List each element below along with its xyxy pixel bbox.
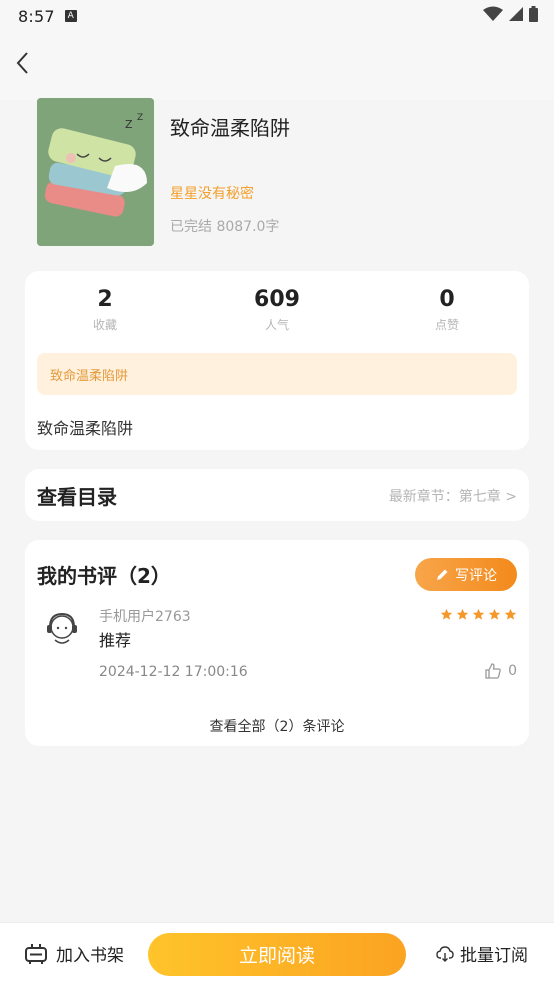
- stat-label: 点赞: [434, 318, 459, 332]
- review-text: 推荐: [99, 631, 132, 650]
- write-review-button[interactable]: 写评论: [415, 558, 517, 591]
- status-time: 8:57: [18, 6, 55, 26]
- chevron-left-icon: [16, 52, 28, 74]
- battery-icon: [529, 6, 538, 22]
- review-title-wrap: 我的书评（2）: [37, 560, 171, 589]
- read-now-label: 立即阅读: [238, 945, 315, 967]
- add-to-shelf-button[interactable]: 加入书架: [24, 941, 124, 966]
- stat-likes: 0 点赞: [377, 287, 517, 333]
- like-count: 0: [508, 663, 517, 679]
- star-icon: [440, 608, 453, 620]
- wifi-icon: [483, 6, 503, 21]
- stat-value: 609: [254, 287, 300, 312]
- book-intro: 致命温柔陷阱: [37, 419, 134, 438]
- cover-illustration: Z Z: [37, 98, 154, 246]
- book-meta: 已完结 8087.0字: [170, 219, 280, 235]
- catalog-title-wrap: 查看目录: [37, 481, 117, 510]
- stat-value: 0: [439, 287, 455, 312]
- back-button[interactable]: [8, 48, 38, 78]
- view-all-reviews-link[interactable]: 查看全部（2）条评论: [25, 716, 529, 736]
- review-username: 手机用户2763: [99, 609, 191, 625]
- status-bar: 8:57 A: [0, 0, 554, 32]
- add-to-shelf-label: 加入书架: [56, 946, 124, 966]
- batch-subscribe-button[interactable]: 批量订阅: [436, 941, 528, 966]
- stat-label: 收藏: [92, 318, 117, 332]
- signal-icon: [509, 7, 523, 21]
- catalog-title: 查看目录: [37, 485, 117, 509]
- stats-card: 2 收藏 609 人气 0 点赞 致命温柔陷阱 致命温柔陷阱: [25, 271, 529, 450]
- book-author[interactable]: 星星没有秘密: [170, 183, 254, 203]
- svg-text:Z: Z: [137, 113, 143, 123]
- notification-a-icon: A: [64, 10, 77, 22]
- batch-subscribe-label: 批量订阅: [460, 946, 528, 966]
- stat-label: 人气: [264, 318, 289, 332]
- tagline-text: 致命温柔陷阱: [50, 368, 129, 384]
- star-icon: [488, 608, 501, 620]
- star-icon: [456, 608, 469, 620]
- review-title: 我的书评（2）: [37, 564, 171, 588]
- review-time: 2024-12-12 17:00:16: [99, 664, 248, 680]
- tagline-box: 致命温柔陷阱: [37, 353, 517, 395]
- star-icon: [472, 608, 485, 620]
- latest-chapter-link[interactable]: 最新章节：第七章 >: [389, 486, 517, 506]
- user-avatar-icon: [47, 612, 77, 644]
- thumbs-up-icon: [485, 663, 501, 679]
- cloud-download-icon: [436, 945, 454, 962]
- stat-popularity: 609 人气: [207, 287, 347, 333]
- review-like-button[interactable]: 0: [484, 662, 517, 680]
- review-card: 我的书评（2） 写评论 手机用户2763 推荐 2024-12-12 17:00…: [25, 540, 529, 746]
- book-title: 致命温柔陷阱: [170, 116, 290, 140]
- stat-value: 2: [97, 287, 113, 312]
- bottom-bar: 加入书架 立即阅读 批量订阅: [0, 922, 554, 984]
- catalog-card[interactable]: 查看目录 最新章节：第七章 >: [25, 469, 529, 521]
- rating-stars: [440, 608, 517, 621]
- bookshelf-icon: [25, 943, 47, 964]
- status-icons: [483, 6, 538, 22]
- write-review-label: 写评论: [455, 567, 497, 584]
- book-cover[interactable]: Z Z: [37, 98, 154, 246]
- star-icon: [504, 608, 517, 620]
- stat-favorites: 2 收藏: [35, 287, 175, 333]
- read-now-button[interactable]: 立即阅读: [148, 933, 406, 976]
- avatar[interactable]: [43, 610, 81, 648]
- svg-text:Z: Z: [125, 118, 133, 131]
- book-header: Z Z 致命温柔陷阱 星星没有秘密 已完结 8087.0字: [0, 96, 554, 256]
- pencil-icon: [437, 569, 448, 580]
